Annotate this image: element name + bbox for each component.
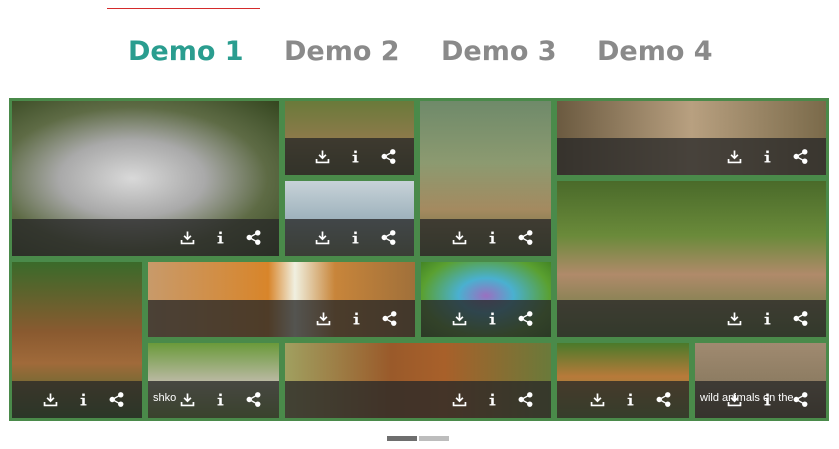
- download-icon[interactable]: [312, 228, 332, 248]
- download-icon[interactable]: [724, 147, 744, 167]
- info-icon[interactable]: [73, 390, 93, 410]
- gallery-tile[interactable]: [9, 259, 145, 421]
- share-icon[interactable]: [515, 390, 535, 410]
- share-icon[interactable]: [790, 390, 810, 410]
- download-icon[interactable]: [449, 390, 469, 410]
- share-icon[interactable]: [243, 390, 263, 410]
- info-icon[interactable]: [482, 309, 502, 329]
- info-icon[interactable]: [482, 390, 502, 410]
- download-icon[interactable]: [724, 309, 744, 329]
- tile-action-bar: [285, 138, 414, 175]
- tile-action-bar: [12, 219, 279, 256]
- download-icon[interactable]: [449, 309, 469, 329]
- share-icon[interactable]: [515, 309, 535, 329]
- pagination-dot-2[interactable]: [419, 436, 449, 441]
- gallery-tile[interactable]: [145, 259, 418, 340]
- share-icon[interactable]: [379, 309, 399, 329]
- gallery-tile[interactable]: [554, 340, 692, 421]
- info-icon[interactable]: [482, 228, 502, 248]
- gallery-tile[interactable]: [418, 259, 554, 340]
- info-icon[interactable]: [210, 390, 230, 410]
- tile-action-bar: [285, 219, 414, 256]
- download-icon[interactable]: [587, 390, 607, 410]
- share-icon[interactable]: [106, 390, 126, 410]
- tile-caption: wild animals on the: [700, 392, 794, 404]
- gallery-tile[interactable]: [417, 98, 554, 259]
- info-icon[interactable]: [757, 309, 777, 329]
- photo-gallery: shko wild animals on the: [0, 0, 839, 449]
- info-icon[interactable]: [620, 390, 640, 410]
- info-icon[interactable]: [346, 309, 366, 329]
- download-icon[interactable]: [449, 228, 469, 248]
- tile-action-bar: [285, 381, 551, 418]
- gallery-tile[interactable]: wild animals on the: [692, 340, 829, 421]
- tile-action-bar: [148, 300, 415, 337]
- share-icon[interactable]: [653, 390, 673, 410]
- tile-caption: shko: [153, 392, 177, 404]
- tile-action-bar: [421, 300, 551, 337]
- share-icon[interactable]: [515, 228, 535, 248]
- gallery-tile[interactable]: [282, 340, 554, 421]
- tile-action-bar: [12, 381, 142, 418]
- tile-action-bar: shko: [148, 381, 279, 418]
- share-icon[interactable]: [378, 228, 398, 248]
- download-icon[interactable]: [177, 390, 197, 410]
- info-icon[interactable]: [757, 390, 777, 410]
- gallery-tile[interactable]: [282, 98, 417, 178]
- share-icon[interactable]: [790, 147, 810, 167]
- gallery-tile[interactable]: [282, 178, 417, 259]
- download-icon[interactable]: [313, 309, 333, 329]
- tile-action-bar: [420, 219, 551, 256]
- gallery-tile[interactable]: [9, 98, 282, 259]
- share-icon[interactable]: [790, 309, 810, 329]
- tile-action-bar: wild animals on the: [695, 381, 826, 418]
- download-icon[interactable]: [724, 390, 744, 410]
- share-icon[interactable]: [378, 147, 398, 167]
- gallery-tile[interactable]: shko: [145, 340, 282, 421]
- pagination-dot-1[interactable]: [387, 436, 417, 441]
- download-icon[interactable]: [312, 147, 332, 167]
- tile-action-bar: [557, 138, 826, 175]
- download-icon[interactable]: [177, 228, 197, 248]
- gallery-tile[interactable]: [554, 98, 829, 178]
- share-icon[interactable]: [243, 228, 263, 248]
- info-icon[interactable]: [757, 147, 777, 167]
- download-icon[interactable]: [40, 390, 60, 410]
- info-icon[interactable]: [345, 228, 365, 248]
- info-icon[interactable]: [210, 228, 230, 248]
- tile-action-bar: [557, 381, 689, 418]
- info-icon[interactable]: [345, 147, 365, 167]
- tile-action-bar: [557, 300, 826, 337]
- gallery-tile[interactable]: [554, 178, 829, 340]
